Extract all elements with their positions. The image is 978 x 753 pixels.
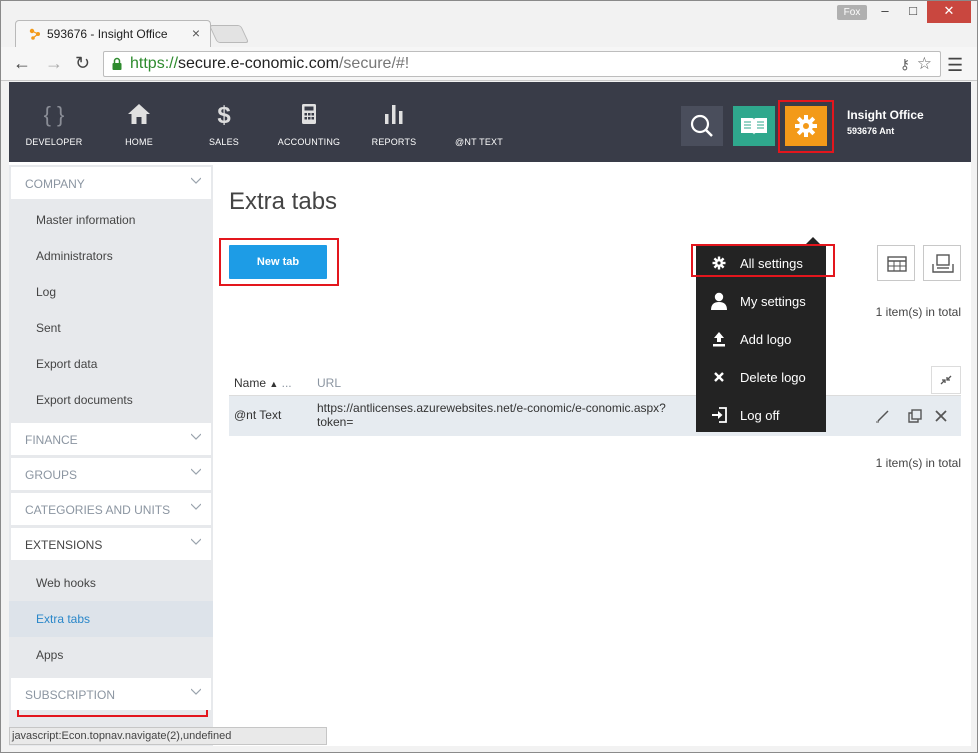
close-icon (714, 372, 724, 382)
section-categories-and-units[interactable]: CATEGORIES AND UNITS (11, 493, 211, 525)
dropdown-caret (806, 237, 820, 244)
sidebar-item-export-documents[interactable]: Export documents (9, 382, 213, 418)
logout-icon (712, 407, 727, 423)
sidebar-item-administrators[interactable]: Administrators (9, 238, 213, 274)
settings-sidebar: COMPANY Master information Administrator… (9, 165, 213, 746)
table-icon (887, 256, 907, 272)
bookmark-star-icon[interactable]: ☆ (917, 54, 932, 74)
browser-window: 593676 - Insight Office × Fox – □ ✕ ← → … (0, 0, 978, 753)
section-extensions[interactable]: EXTENSIONS (11, 528, 211, 560)
new-tab-highlight (219, 238, 339, 286)
menu-item-log-off[interactable]: Log off (696, 396, 826, 434)
item-count-top: 1 item(s) in total (875, 305, 961, 319)
sidebar-item-export-data[interactable]: Export data (9, 346, 213, 382)
sidebar-item-sent[interactable]: Sent (9, 310, 213, 346)
page-title: Extra tabs (229, 188, 338, 215)
browser-menu-icon[interactable]: ☰ (947, 55, 963, 76)
forward-arrow-icon[interactable]: → (45, 53, 63, 74)
browser-tab[interactable]: 593676 - Insight Office × (15, 20, 211, 47)
open-book-icon (741, 118, 767, 135)
title-bar: 593676 - Insight Office × Fox – □ ✕ (1, 1, 977, 47)
reload-icon[interactable]: ↻ (75, 53, 90, 74)
nav-accounting[interactable]: ACCOUNTING (269, 102, 349, 150)
home-icon (99, 102, 179, 132)
close-window-icon[interactable]: ✕ (927, 1, 971, 23)
tab-close-icon[interactable]: × (192, 25, 200, 41)
manual-button[interactable] (733, 106, 775, 146)
chevron-down-icon (191, 433, 201, 440)
gear-highlight (778, 100, 834, 153)
app-area: { } DEVELOPER HOME $ SALES ACCOUNTING RE… (9, 82, 971, 746)
user-info[interactable]: Insight Office 593676 Ant (847, 108, 924, 136)
columns-button[interactable] (877, 245, 915, 281)
table-row[interactable]: @nt Text https://antlicenses.azurewebsit… (229, 396, 961, 436)
tab-title: 593676 - Insight Office (47, 27, 168, 41)
maximize-icon[interactable]: □ (899, 1, 927, 23)
nav-home[interactable]: HOME (99, 102, 179, 150)
sidebar-item-web-hooks[interactable]: Web hooks (9, 565, 213, 601)
lock-icon (112, 57, 122, 70)
minimize-icon[interactable]: – (871, 1, 899, 23)
key-icon[interactable]: ⚷ (900, 56, 910, 73)
new-browser-tab-button[interactable] (208, 25, 250, 43)
menu-item-my-settings[interactable]: My settings (696, 282, 826, 320)
nav-developer[interactable]: { } DEVELOPER (14, 102, 94, 150)
sidebar-item-apps[interactable]: Apps (9, 637, 213, 673)
favicon-icon (29, 28, 40, 40)
all-settings-highlight (691, 244, 835, 277)
menu-item-add-logo[interactable]: Add logo (696, 320, 826, 358)
sidebar-item-extra-tabs[interactable]: Extra tabs (9, 601, 213, 637)
address-bar[interactable]: https://secure.e-conomic.com/secure/#! ⚷… (103, 51, 941, 77)
nav-reports[interactable]: REPORTS (354, 102, 434, 150)
sidebar-item-log[interactable]: Log (9, 274, 213, 310)
table-header: Name ▲ ... URL (229, 366, 961, 396)
main-content: Extra tabs New tab 1 item(s) in total Na… (215, 165, 971, 746)
sidebar-item-master-information[interactable]: Master information (9, 202, 213, 238)
edit-icon[interactable] (875, 408, 891, 424)
delete-icon[interactable] (933, 408, 949, 424)
chevron-down-icon (191, 688, 201, 695)
chevron-down-icon (191, 468, 201, 475)
status-bar: javascript:Econ.topnav.navigate(2),undef… (9, 727, 327, 745)
item-count-bottom: 1 item(s) in total (875, 456, 961, 470)
column-name[interactable]: Name ▲ ... (234, 376, 292, 390)
section-subscription[interactable]: SUBSCRIPTION (11, 678, 211, 710)
braces-icon: { } (43, 102, 65, 127)
browser-toolbar: ← → ↻ https://secure.e-conomic.com/secur… (1, 47, 977, 81)
chevron-down-icon (191, 177, 201, 184)
search-icon (690, 114, 713, 137)
window-user-badge: Fox (837, 5, 867, 20)
chevron-down-icon (191, 503, 201, 510)
url-text: https://secure.e-conomic.com/secure/#! (130, 55, 410, 72)
copy-icon[interactable] (907, 408, 923, 424)
section-finance[interactable]: FINANCE (11, 423, 211, 455)
printer-icon (932, 254, 954, 273)
section-groups[interactable]: GROUPS (11, 458, 211, 490)
section-company[interactable]: COMPANY (11, 167, 211, 199)
nav-nt-text[interactable]: @NT TEXT (439, 102, 519, 150)
row-name: @nt Text (234, 408, 282, 422)
top-navigation: { } DEVELOPER HOME $ SALES ACCOUNTING RE… (9, 82, 971, 162)
print-button[interactable] (923, 245, 961, 281)
back-arrow-icon[interactable]: ← (13, 53, 31, 74)
nav-sales[interactable]: $ SALES (184, 102, 264, 150)
chevron-down-icon (191, 538, 201, 545)
collapse-button[interactable] (931, 366, 961, 394)
dollar-icon: $ (217, 102, 231, 129)
row-url: https://antlicenses.azurewebsites.net/e-… (317, 401, 666, 429)
search-button[interactable] (681, 106, 723, 146)
column-url[interactable]: URL (317, 376, 341, 390)
bar-chart-icon (354, 102, 434, 132)
user-icon (711, 292, 727, 310)
calculator-icon (269, 102, 349, 132)
upload-icon (713, 332, 725, 347)
collapse-icon (940, 375, 952, 385)
menu-item-delete-logo[interactable]: Delete logo (696, 358, 826, 396)
